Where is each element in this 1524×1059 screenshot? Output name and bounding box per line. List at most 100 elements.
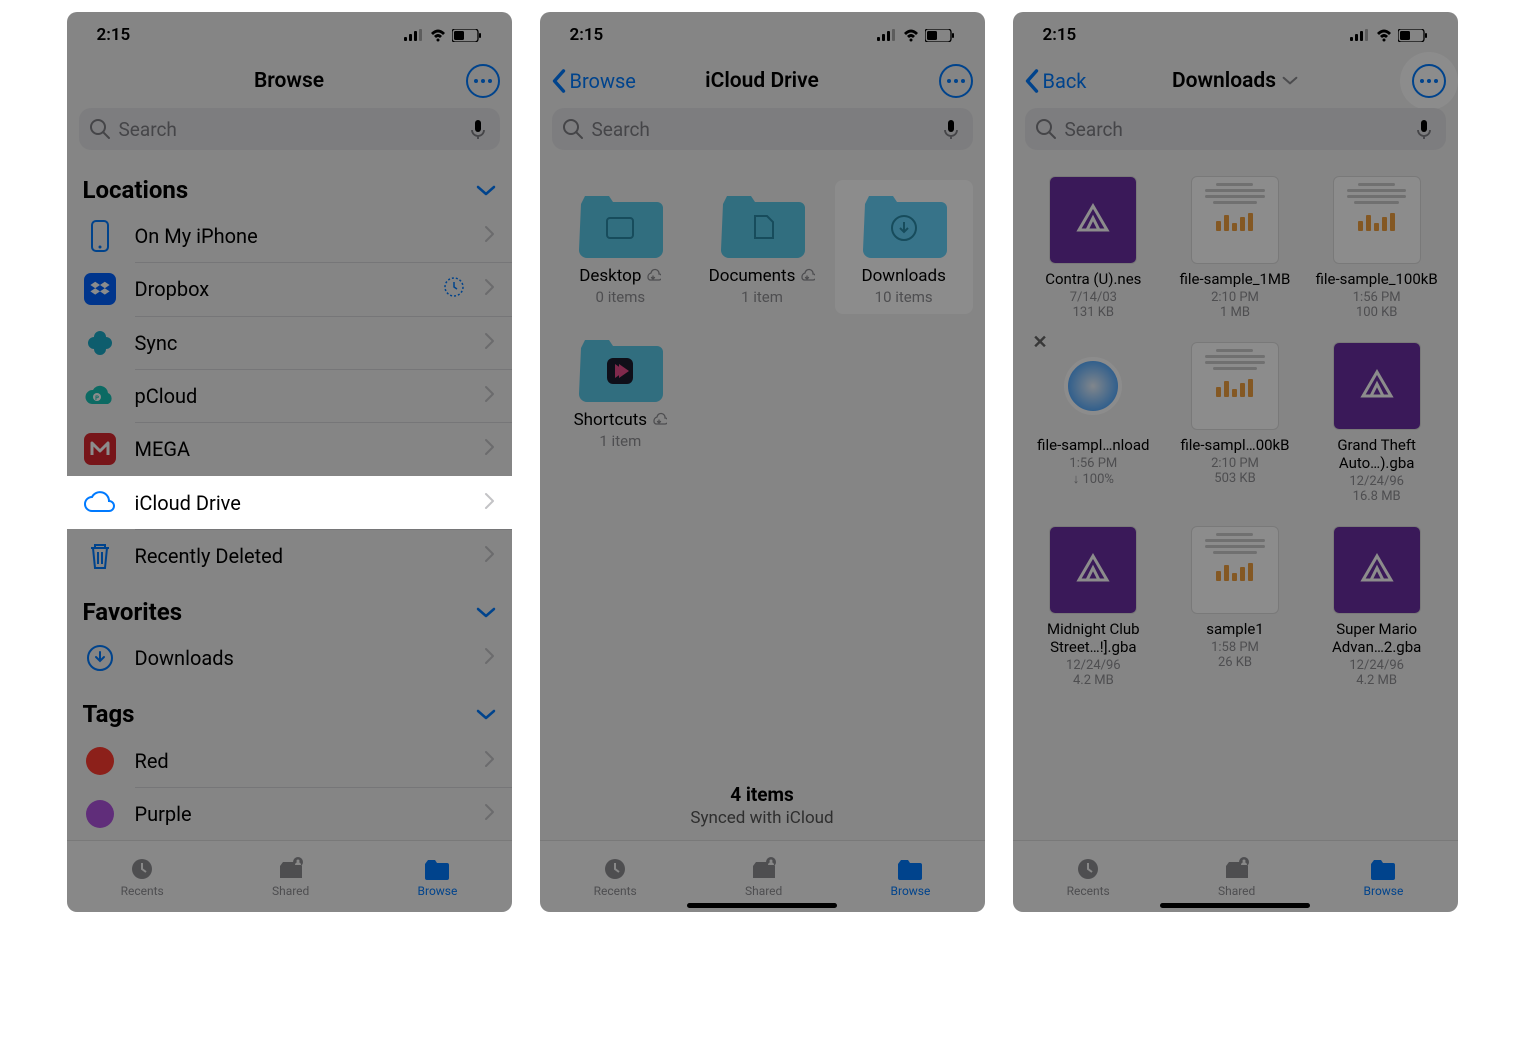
- pcloud-icon: P: [83, 379, 117, 413]
- search-bar[interactable]: [1025, 108, 1446, 150]
- file-time: 12/24/96: [1349, 658, 1404, 673]
- status-time: 2:15: [97, 25, 131, 45]
- file-name: file-sampl…nload: [1037, 436, 1149, 454]
- tab-recents[interactable]: Recents: [121, 856, 164, 898]
- file-name: Super Mario Advan…2.gba: [1312, 620, 1442, 656]
- file-item[interactable]: Grand Theft Auto…).gba12/24/9616.8 MB: [1308, 336, 1446, 510]
- file-thumb: [1191, 342, 1279, 430]
- dropbox-icon: [83, 272, 117, 306]
- chevron-right-icon: [484, 278, 496, 300]
- screen-icloud-drive: 2:15 Browse iCloud Drive Desktop 0 items…: [540, 12, 985, 912]
- tab-bar: Recents Shared Browse: [1013, 840, 1458, 912]
- location-on-my-iphone[interactable]: On My iPhone: [67, 210, 512, 262]
- search-input[interactable]: [592, 118, 933, 141]
- nav-header: Browse iCloud Drive: [540, 58, 985, 104]
- location-recently-deleted[interactable]: Recently Deleted: [67, 530, 512, 582]
- nav-header: Back Downloads: [1013, 58, 1458, 104]
- tab-recents[interactable]: Recents: [594, 856, 637, 898]
- file-size: 4.2 MB: [1356, 673, 1397, 688]
- file-name: sample1: [1206, 620, 1264, 638]
- file-item[interactable]: file-sample_100kB1:56 PM100 KB: [1308, 170, 1446, 326]
- purple-tag-icon: [86, 800, 114, 828]
- home-indicator: [1160, 903, 1310, 908]
- tab-browse[interactable]: Browse: [891, 856, 931, 898]
- page-title[interactable]: Downloads: [1172, 69, 1276, 93]
- search-input[interactable]: [1065, 118, 1406, 141]
- file-size: 4.2 MB: [1073, 673, 1114, 688]
- favorites-header[interactable]: Favorites: [67, 582, 512, 632]
- file-size: 16.8 MB: [1353, 489, 1401, 504]
- location-sync[interactable]: Sync: [67, 317, 512, 369]
- cloud-download-icon: [645, 268, 661, 284]
- file-thumb: [1333, 342, 1421, 430]
- location-icloud-drive[interactable]: iCloud Drive: [67, 476, 512, 528]
- tab-browse[interactable]: Browse: [1364, 856, 1404, 898]
- status-bar: 2:15: [67, 12, 512, 58]
- tab-shared[interactable]: Shared: [272, 856, 309, 898]
- cloud-download-icon: [651, 412, 667, 428]
- file-time: 1:56 PM: [1353, 290, 1401, 305]
- file-thumb: [1049, 176, 1137, 264]
- screen-browse: 2:15 Browse Locations On My iPhone Dropb…: [67, 12, 512, 912]
- tab-recents[interactable]: Recents: [1067, 856, 1110, 898]
- file-item[interactable]: Contra (U).nes7/14/03131 KB: [1025, 170, 1163, 326]
- mega-icon: [83, 432, 117, 466]
- more-button[interactable]: [939, 64, 973, 98]
- location-pcloud[interactable]: P pCloud: [67, 370, 512, 422]
- file-size: 131 KB: [1073, 305, 1114, 320]
- cloud-download-icon: [799, 268, 815, 284]
- more-button[interactable]: [1412, 64, 1446, 98]
- search-bar[interactable]: [79, 108, 500, 150]
- mic-icon[interactable]: [941, 118, 963, 140]
- back-button[interactable]: Back: [1023, 58, 1087, 104]
- tag-purple[interactable]: Purple: [67, 788, 512, 840]
- file-item[interactable]: sample11:58 PM26 KB: [1166, 520, 1304, 694]
- file-size: ↓ 100%: [1073, 471, 1114, 487]
- file-time: 1:56 PM: [1069, 456, 1117, 471]
- battery-icon: [452, 29, 482, 42]
- mic-icon[interactable]: [1414, 118, 1436, 140]
- nav-header: Browse: [67, 58, 512, 104]
- search-icon: [89, 118, 111, 140]
- back-button[interactable]: Browse: [550, 58, 636, 104]
- more-button[interactable]: [466, 64, 500, 98]
- location-mega[interactable]: MEGA: [67, 423, 512, 475]
- file-item[interactable]: ✕file-sampl…nload1:56 PM↓ 100%: [1025, 336, 1163, 510]
- tags-header[interactable]: Tags: [67, 684, 512, 734]
- folder-desktop[interactable]: Desktop 0 items: [552, 180, 690, 314]
- file-item[interactable]: file-sampl…00kB2:10 PM503 KB: [1166, 336, 1304, 510]
- mic-icon[interactable]: [468, 118, 490, 140]
- locations-header[interactable]: Locations: [67, 160, 512, 210]
- file-size: 100 KB: [1356, 305, 1397, 320]
- svg-text:P: P: [95, 395, 99, 402]
- search-bar[interactable]: [552, 108, 973, 150]
- folder-downloads[interactable]: Downloads 10 items: [835, 180, 973, 314]
- search-input[interactable]: [119, 118, 460, 141]
- file-item[interactable]: file-sample_1MB2:10 PM1 MB: [1166, 170, 1304, 326]
- folder-icon: [717, 188, 807, 260]
- tab-shared[interactable]: Shared: [745, 856, 782, 898]
- tag-red[interactable]: Red: [67, 734, 512, 786]
- file-item[interactable]: Midnight Club Street…!].gba12/24/964.2 M…: [1025, 520, 1163, 694]
- tab-shared[interactable]: Shared: [1218, 856, 1255, 898]
- page-title: iCloud Drive: [705, 69, 819, 93]
- file-thumb: [1049, 526, 1137, 614]
- file-item[interactable]: Super Mario Advan…2.gba 12/24/964.2 MB: [1308, 520, 1446, 694]
- chevron-down-icon: [476, 176, 496, 204]
- screen-downloads: 2:15 Back Downloads Contra (U).nes7/14/0…: [1013, 12, 1458, 912]
- folder-icon: [859, 188, 949, 260]
- sync-icon: [83, 326, 117, 360]
- folder-documents[interactable]: Documents 1 item: [693, 180, 831, 314]
- download-icon: [83, 641, 117, 675]
- file-thumb: [1191, 176, 1279, 264]
- cancel-download-icon[interactable]: ✕: [1033, 332, 1048, 353]
- file-thumb: [1049, 342, 1137, 430]
- file-name: Grand Theft Auto…).gba: [1312, 436, 1442, 472]
- location-dropbox[interactable]: Dropbox: [67, 263, 512, 315]
- file-time: 1:58 PM: [1211, 640, 1259, 655]
- favorite-downloads[interactable]: Downloads: [67, 632, 512, 684]
- file-size: 1 MB: [1220, 305, 1250, 320]
- file-time: 2:10 PM: [1211, 456, 1259, 471]
- tab-browse[interactable]: Browse: [418, 856, 458, 898]
- folder-shortcuts[interactable]: Shortcuts 1 item: [552, 324, 690, 458]
